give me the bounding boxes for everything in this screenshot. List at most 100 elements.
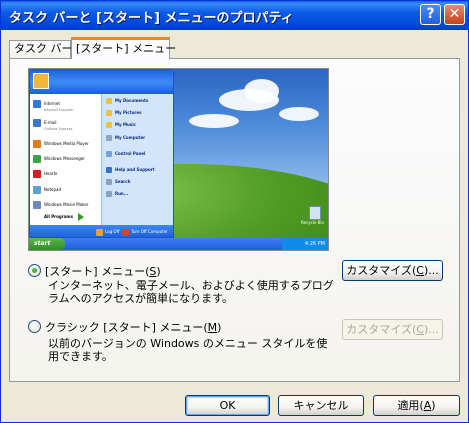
cancel-button[interactable]: キャンセル — [278, 395, 364, 416]
list-item: Help and Support — [106, 166, 155, 174]
start-menu-pinned: Internet Internet Explorer E-mail Outlook … — [30, 94, 101, 225]
list-item-label: Notepad — [44, 187, 61, 192]
start-menu-option-label[interactable]: [スタート] メニュー(S) — [45, 263, 161, 279]
log-off-item: Log Off — [96, 228, 119, 236]
list-item: Windows Movie Maker — [33, 201, 88, 209]
list-item: Run... — [106, 190, 128, 198]
close-button[interactable]: ✕ — [444, 4, 465, 25]
button-hotkey: C — [416, 264, 424, 277]
option-label-suffix: ) — [156, 265, 161, 278]
option-label-suffix: ) — [217, 321, 222, 334]
messenger-icon — [33, 155, 41, 163]
cloud-shape — [189, 114, 239, 128]
list-item: My Pictures — [106, 109, 141, 117]
list-item-label: Hearts — [44, 171, 58, 176]
option-hotkey: M — [207, 321, 218, 334]
list-item-label: Search — [115, 179, 131, 184]
start-menu-description: インターネット、電子メール、およびよく使用するプログラムへのアクセスが簡単になり… — [48, 279, 334, 305]
list-item: E-mail Outlook Express — [33, 119, 72, 132]
list-item-label: E-mail — [44, 120, 57, 125]
list-item: My Documents — [106, 97, 148, 105]
list-item-label: Help and Support — [115, 167, 155, 172]
list-item-label: Run... — [115, 191, 129, 196]
turn-off-label: Turn Off Computer — [131, 229, 168, 234]
radio-selected-dot — [32, 268, 37, 273]
music-folder-icon — [106, 122, 112, 128]
list-item-label: Windows Movie Maker — [44, 202, 89, 207]
start-menu: Internet Internet Explorer E-mail Outlook … — [29, 69, 174, 238]
internet-explorer-icon — [33, 100, 41, 108]
apply-button[interactable]: 適用(A) — [373, 395, 460, 416]
pictures-folder-icon — [106, 110, 112, 116]
list-item: My Computer — [106, 134, 145, 142]
tab-taskbar[interactable]: タスク バー — [9, 40, 73, 58]
documents-folder-icon — [106, 98, 112, 104]
list-item: Control Panel — [106, 150, 145, 158]
list-item: Windows Media Player — [33, 140, 89, 148]
ok-button[interactable]: OK — [185, 395, 270, 416]
list-item-sub: Outlook Express — [44, 127, 73, 131]
button-label-suffix: )... — [423, 264, 439, 277]
start-menu-header — [30, 70, 173, 94]
list-item: Hearts — [33, 170, 57, 178]
list-item-label: Control Panel — [115, 151, 146, 156]
list-item: Notepad — [33, 186, 61, 194]
list-item-label: Windows Media Player — [44, 141, 89, 146]
cloud-shape — [279, 107, 319, 121]
customize-start-menu-button[interactable]: カスタマイズ(C)... — [342, 260, 443, 281]
list-item-label: My Computer — [115, 135, 146, 140]
power-icon — [122, 228, 129, 236]
option-label-text: クラシック [スタート] メニュー( — [45, 321, 208, 334]
button-label: カスタマイズ( — [346, 264, 417, 277]
button-label: カスタマイズ( — [346, 323, 417, 336]
customize-classic-button[interactable]: カスタマイズ(C)... — [342, 319, 443, 340]
button-hotkey: C — [416, 323, 424, 336]
start-button: start — [29, 238, 65, 250]
button-label-suffix: ) — [431, 399, 436, 412]
all-programs-label: All Programs — [44, 214, 73, 219]
list-item: Windows Messenger — [33, 155, 85, 163]
control-panel-icon — [106, 151, 112, 157]
list-item: My Music — [106, 121, 136, 129]
help-icon — [106, 167, 112, 173]
classic-start-menu-radio[interactable] — [28, 320, 41, 333]
recycle-bin-icon — [309, 206, 321, 220]
log-off-icon — [96, 228, 103, 236]
hearts-icon — [33, 170, 41, 178]
list-item-sub: Internet Explorer — [44, 108, 74, 112]
list-item-label: My Music — [115, 122, 136, 127]
cloud-shape — [244, 79, 279, 103]
turn-off-item: Turn Off Computer — [122, 228, 168, 236]
start-menu-places: My Documents My Pictures My Music My Com… — [101, 94, 173, 225]
movie-maker-icon — [33, 201, 41, 209]
start-menu-preview: Recycle Bin start 4:26 PM Internet Intern… — [28, 68, 329, 251]
window-title: タスク バーと [スタート] メニューのプロパティ — [9, 11, 294, 26]
button-label-suffix: )... — [423, 323, 439, 336]
taskbar-clock: 4:26 PM — [282, 238, 328, 250]
tab-start-menu[interactable]: [スタート] メニュー — [71, 37, 176, 59]
list-item: Internet Internet Explorer — [33, 100, 74, 113]
list-item-label: My Pictures — [115, 110, 142, 115]
list-item-label: My Documents — [115, 98, 149, 103]
start-menu-radio[interactable] — [28, 264, 41, 277]
notepad-icon — [33, 186, 41, 194]
search-icon — [106, 179, 112, 185]
arrow-right-icon — [78, 213, 84, 221]
email-icon — [33, 119, 41, 127]
list-item-label: Windows Messenger — [44, 156, 85, 161]
avatar — [33, 73, 49, 89]
help-button[interactable]: ? — [420, 4, 441, 25]
classic-option-label[interactable]: クラシック [スタート] メニュー(M) — [45, 319, 221, 335]
button-label: 適用( — [397, 399, 424, 412]
list-item: Search — [106, 178, 130, 186]
media-player-icon — [33, 140, 41, 148]
log-off-label: Log Off — [105, 229, 120, 234]
classic-description: 以前のバージョンの Windows のメニュー スタイルを使用できます。 — [48, 337, 328, 363]
properties-dialog: タスク バーと [スタート] メニューのプロパティ ? ✕ タスク バー [スタ… — [0, 0, 469, 423]
run-icon — [106, 191, 112, 197]
recycle-bin-label: Recycle Bin — [301, 220, 325, 225]
list-item-label: Internet — [44, 101, 60, 106]
option-label-text: [スタート] メニュー( — [45, 265, 150, 278]
computer-icon — [106, 135, 112, 141]
title-bar[interactable]: タスク バーと [スタート] メニューのプロパティ ? ✕ — [1, 1, 468, 30]
